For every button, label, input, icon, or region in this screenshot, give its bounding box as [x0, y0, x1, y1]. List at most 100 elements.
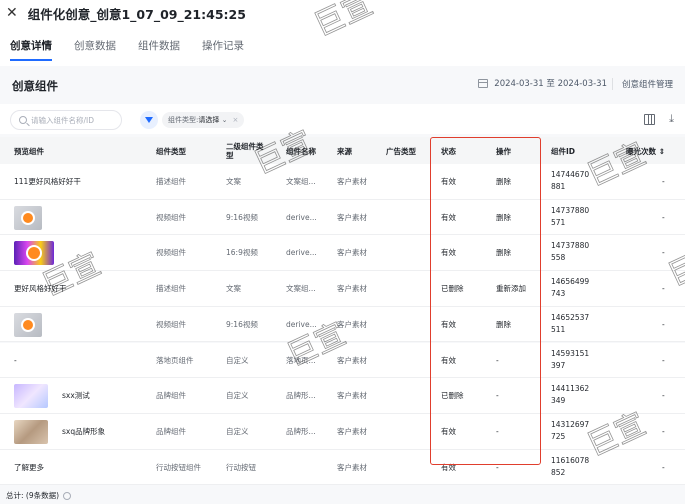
component-subtype: 文案	[226, 177, 241, 186]
calendar-icon	[478, 78, 489, 88]
component-source: 客户素材	[337, 462, 367, 472]
row-action-link[interactable]: 重新添加	[496, 284, 526, 294]
status-badge: 已删除	[441, 391, 464, 401]
preview-text: sxq品牌形象	[62, 426, 106, 436]
preview-text: 111更好风格好好干	[14, 177, 81, 186]
status-badge: 有效	[441, 248, 456, 258]
component-name: derive...	[286, 248, 317, 258]
row-action-link: -	[496, 462, 499, 472]
component-source: 客户素材	[337, 391, 367, 401]
component-name: 文案组...	[286, 284, 316, 294]
row-action-link: -	[496, 391, 499, 401]
row-action-link[interactable]: 删除	[496, 320, 511, 330]
component-id: 14312697 725	[551, 419, 590, 441]
component-id: 14593151 397	[551, 348, 590, 370]
component-type: 描述组件	[156, 284, 186, 294]
divider	[612, 78, 613, 90]
component-subtype: 9:16视频	[226, 212, 258, 222]
search-box[interactable]	[10, 110, 122, 130]
view-count: -	[662, 284, 665, 294]
date-range-picker[interactable]: 2024-03-31 至 2024-03-31	[478, 77, 607, 89]
view-count: -	[662, 177, 665, 186]
component-source: 客户素材	[337, 284, 367, 294]
component-source: 客户素材	[337, 248, 367, 258]
date-range-text: 2024-03-31 至 2024-03-31	[494, 79, 607, 89]
component-manage-link[interactable]: 创意组件管理	[622, 78, 673, 90]
column-header-ad-type: 广告类型	[386, 147, 416, 156]
component-source: 客户素材	[337, 426, 367, 436]
active-tab-indicator	[10, 59, 52, 61]
view-count: -	[662, 212, 665, 222]
component-id: 14656499 743	[551, 277, 590, 299]
tab-creative-data[interactable]: 创意数据	[74, 30, 116, 53]
component-subtype: 行动按钮	[226, 462, 256, 472]
status-badge: 有效	[441, 355, 456, 365]
table-row: sxx测试 品牌组件 自定义 品牌形... 客户素材 已删除 - 14411362 349 -	[0, 378, 685, 414]
view-count: -	[662, 391, 665, 401]
row-action-link[interactable]: 删除	[496, 248, 511, 258]
help-icon[interactable]	[63, 492, 72, 500]
status-badge: 已删除	[441, 284, 464, 294]
component-type: 视频组件	[156, 212, 186, 222]
component-subtype: 16:9视频	[226, 248, 258, 258]
tab-operation-log[interactable]: 操作记录	[202, 30, 244, 53]
table-row: - 落地页组件 自定义 落地页... 客户素材 有效 - 14593151 397 -	[0, 342, 685, 379]
view-count: -	[662, 248, 665, 258]
filter-button[interactable]	[140, 111, 158, 129]
tab-bar: 创意详情 创意数据 组件数据 操作记录	[0, 30, 685, 60]
column-header-status: 状态	[441, 147, 456, 156]
table-row: 视频组件 16:9视频 derive... 客户素材 有效 删除 14737880 558 -	[0, 235, 685, 272]
component-type: 落地页组件	[156, 355, 194, 365]
column-header-type: 组件类型	[156, 147, 186, 156]
component-subtype: 文案	[226, 284, 241, 294]
view-count: -	[662, 426, 665, 436]
table-header: 预览组件 组件类型 二级组件类型 组件名称 来源 广告类型 状态 操作 组件ID…	[0, 137, 685, 164]
component-name: 品牌形...	[286, 391, 316, 401]
chevron-down-icon: ⌄	[219, 116, 228, 124]
view-count: -	[662, 355, 665, 365]
preview-thumbnail[interactable]	[14, 241, 54, 266]
component-type: 行动按钮组件	[156, 462, 201, 472]
columns-settings-icon[interactable]	[644, 114, 655, 125]
component-type: 视频组件	[156, 248, 186, 258]
component-name: 落地页...	[286, 355, 316, 365]
component-subtype: 自定义	[226, 391, 249, 401]
component-source: 客户素材	[337, 355, 367, 365]
component-type: 视频组件	[156, 319, 186, 329]
component-name: derive...	[286, 319, 317, 329]
row-action-link[interactable]: 删除	[496, 177, 511, 187]
column-header-views[interactable]: 曝光次数 ⇕	[626, 147, 665, 156]
component-name: 品牌形...	[286, 426, 316, 436]
component-source: 客户素材	[337, 212, 367, 222]
preview-text: 更好风格好好干	[14, 284, 67, 294]
component-subtype: 自定义	[226, 426, 249, 436]
row-action-link: -	[496, 355, 499, 365]
component-source: 客户素材	[337, 177, 367, 186]
download-icon[interactable]: ⤓	[669, 112, 674, 126]
row-action-link[interactable]: 删除	[496, 213, 511, 223]
status-badge: 有效	[441, 319, 456, 329]
component-source: 客户素材	[337, 319, 367, 329]
search-input[interactable]	[31, 115, 111, 125]
close-icon[interactable]: ✕	[6, 5, 18, 21]
component-id: 14744670 881	[551, 170, 590, 191]
tab-component-data[interactable]: 组件数据	[138, 30, 180, 53]
page-title: 组件化创意_创意1_07_09_21:45:25	[27, 6, 246, 22]
component-id: 14652537 511	[551, 312, 590, 334]
table-row: sxq品牌形象 品牌组件 自定义 品牌形... 客户素材 有效 - 14312697 725 -	[0, 413, 685, 450]
component-type-filter[interactable]: 组件类型: 请选择 ⌄ ×	[162, 112, 245, 128]
preview-thumbnail[interactable]	[14, 384, 48, 409]
tab-creative-detail[interactable]: 创意详情	[10, 30, 52, 53]
status-badge: 有效	[441, 177, 456, 186]
preview-thumbnail[interactable]	[14, 205, 42, 230]
preview-thumbnail[interactable]	[14, 312, 42, 337]
status-badge: 有效	[441, 212, 456, 222]
preview-text: 了解更多	[14, 462, 44, 472]
view-count: -	[662, 462, 665, 472]
row-action-link: -	[496, 426, 499, 436]
component-subtype: 自定义	[226, 355, 249, 365]
clear-icon[interactable]: ×	[232, 116, 238, 124]
component-name: 文案组...	[286, 177, 316, 186]
component-id: 14411362 349	[551, 384, 590, 406]
preview-thumbnail[interactable]	[14, 419, 48, 444]
